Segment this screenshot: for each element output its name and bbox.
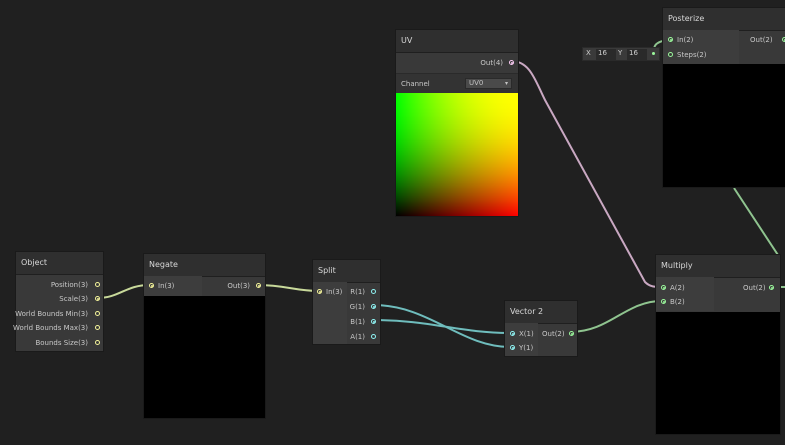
multiply-a-label: A(2) xyxy=(670,284,685,292)
steps-x-label: X xyxy=(586,49,591,57)
multiply-node-title: Multiply xyxy=(656,255,780,278)
multiply-a-dot[interactable] xyxy=(661,285,666,290)
vector2-y-label: Y(1) xyxy=(519,344,534,352)
posterize-node-title: Posterize xyxy=(663,8,785,31)
chevron-down-icon: ▾ xyxy=(504,80,508,87)
wire-b-to-vector2-x xyxy=(372,319,512,334)
negate-node[interactable]: Negate In(3) Out(3) xyxy=(143,253,266,419)
uv-node[interactable]: UV Out(4) Channel UV0 ▾ xyxy=(395,29,519,217)
posterize-preview xyxy=(663,64,785,187)
split-b-dot[interactable] xyxy=(371,319,376,324)
uv-preview xyxy=(396,93,518,216)
uv-channel-row: Channel UV0 ▾ xyxy=(396,73,518,94)
wire-vector2-to-multiply-b xyxy=(569,300,663,333)
negate-in-label: In(3) xyxy=(158,282,175,290)
port-world-bounds-min-dot[interactable] xyxy=(95,311,100,316)
port-bounds-size: Bounds Size(3) xyxy=(35,339,88,347)
steps-y-value[interactable]: 16 xyxy=(627,49,647,60)
split-in-label: In(3) xyxy=(326,288,343,296)
negate-out-label: Out(3) xyxy=(227,282,250,290)
split-g-dot[interactable] xyxy=(371,304,376,309)
port-world-bounds-min: World Bounds Min(3) xyxy=(15,310,88,318)
port-world-bounds-max: World Bounds Max(3) xyxy=(13,324,88,332)
multiply-b-dot[interactable] xyxy=(661,299,666,304)
split-r-label: R(1) xyxy=(350,288,365,296)
uv-channel-value: UV0 xyxy=(469,79,484,87)
multiply-out-dot[interactable] xyxy=(769,285,774,290)
split-a-label: A(1) xyxy=(350,333,365,341)
uv-node-title: UV xyxy=(396,30,518,53)
posterize-in-dot[interactable] xyxy=(668,37,673,42)
posterize-node[interactable]: Posterize In(2) Steps(2) Out(2) xyxy=(662,7,785,188)
split-a-dot[interactable] xyxy=(371,334,376,339)
vector2-x-dot[interactable] xyxy=(510,331,515,336)
port-position: Position(3) xyxy=(50,281,88,289)
posterize-out-label: Out(2) xyxy=(750,36,773,44)
uv-out-dot[interactable] xyxy=(509,60,514,65)
posterize-steps-dot[interactable] xyxy=(668,52,673,57)
steps-y-label: Y xyxy=(618,49,623,57)
negate-in-dot[interactable] xyxy=(149,283,154,288)
wire-negate-to-split xyxy=(257,284,320,292)
split-b-label: B(1) xyxy=(350,318,365,326)
posterize-steps-field[interactable]: X 16 Y 16 xyxy=(582,47,660,61)
vector2-node-title: Vector 2 xyxy=(505,301,577,324)
vector2-out-label: Out(2) xyxy=(542,330,565,338)
object-node-title: Object xyxy=(16,252,103,275)
vector2-node[interactable]: Vector 2 X(1) Y(1) Out(2) xyxy=(504,300,578,357)
steps-connector-dot xyxy=(652,52,655,55)
port-bounds-size-dot[interactable] xyxy=(95,340,100,345)
posterize-steps-label: Steps(2) xyxy=(677,51,707,59)
multiply-preview xyxy=(656,312,780,434)
object-node[interactable]: Object Position(3) Scale(3) World Bounds… xyxy=(13,251,104,352)
split-r-dot[interactable] xyxy=(371,289,376,294)
negate-out-dot[interactable] xyxy=(256,283,261,288)
split-node-title: Split xyxy=(313,260,380,283)
shader-graph-canvas[interactable]: Object Position(3) Scale(3) World Bounds… xyxy=(0,0,785,445)
multiply-out-label: Out(2) xyxy=(743,284,766,292)
port-world-bounds-max-dot[interactable] xyxy=(95,325,100,330)
port-position-dot[interactable] xyxy=(95,282,100,287)
uv-preview-green xyxy=(396,93,518,216)
multiply-input-panel xyxy=(656,277,714,311)
wire-uv-to-multiply-a xyxy=(510,60,663,288)
negate-node-title: Negate xyxy=(144,254,265,277)
wire-g-to-vector2-y xyxy=(372,304,512,348)
split-g-label: G(1) xyxy=(349,303,365,311)
negate-preview xyxy=(144,296,265,418)
port-scale: Scale(3) xyxy=(59,295,88,303)
wire-posterize-out xyxy=(733,187,779,256)
port-scale-dot[interactable] xyxy=(95,296,100,301)
vector2-x-label: X(1) xyxy=(519,330,534,338)
steps-x-value[interactable]: 16 xyxy=(596,49,616,60)
vector2-y-dot[interactable] xyxy=(510,345,515,350)
split-node[interactable]: Split In(3) R(1) G(1) B(1) A(1) xyxy=(312,259,381,345)
vector2-out-dot[interactable] xyxy=(569,331,574,336)
uv-out-label: Out(4) xyxy=(480,59,503,67)
split-in-dot[interactable] xyxy=(317,289,322,294)
multiply-node[interactable]: Multiply A(2) B(2) Out(2) xyxy=(655,254,781,435)
uv-channel-dropdown[interactable]: UV0 ▾ xyxy=(465,78,512,89)
uv-channel-label: Channel xyxy=(401,80,430,88)
multiply-b-label: B(2) xyxy=(670,298,685,306)
posterize-in-label: In(2) xyxy=(677,36,694,44)
